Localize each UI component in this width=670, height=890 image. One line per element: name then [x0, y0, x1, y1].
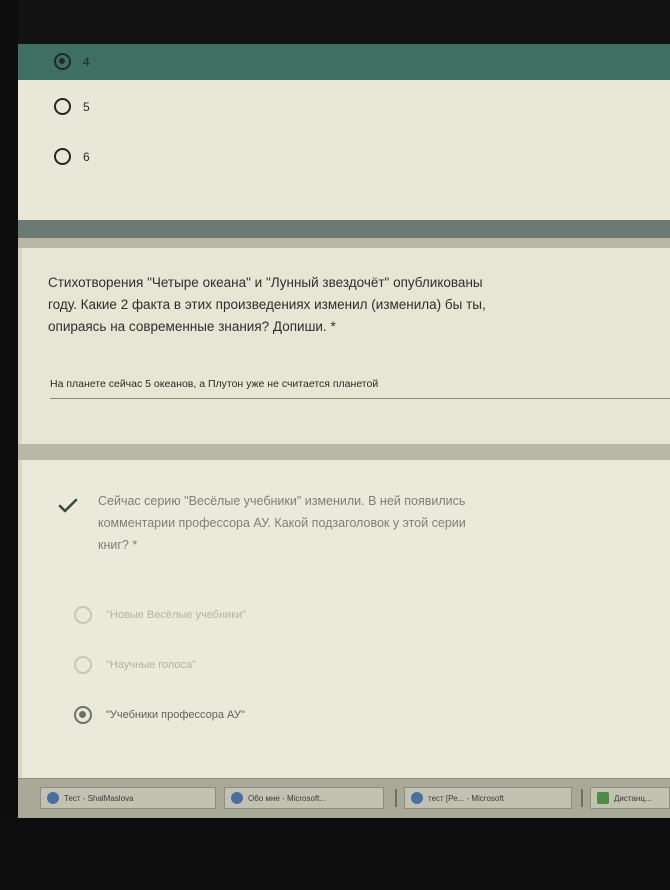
option-label: 6 — [83, 149, 90, 164]
text-question-card: Стихотворения "Четыре океана" и "Лунный … — [18, 248, 670, 444]
graded-option[interactable]: "Новые Весёлые учебники" — [74, 606, 246, 624]
taskbar-item[interactable]: Дистанц... — [590, 787, 670, 809]
option-label: 4 — [83, 54, 90, 69]
taskbar-item[interactable]: тест [Ре... - Microsoft — [404, 787, 572, 809]
radio-unchecked-icon[interactable] — [54, 148, 71, 165]
option-label: "Учебники профессора АУ" — [106, 709, 245, 721]
section-divider — [18, 220, 670, 238]
answer-input[interactable]: На планете сейчас 5 океанов, а Плутон уж… — [50, 378, 378, 390]
radio-unchecked-icon[interactable] — [54, 98, 71, 115]
screen: 4 5 6 Стихотворения "Четыре океана" и "Л… — [18, 44, 670, 818]
option-label: 5 — [83, 99, 90, 114]
taskbar-item-label: тест [Ре... - Microsoft — [428, 793, 504, 803]
taskbar-item[interactable]: Обо мне - Microsoft... — [224, 787, 384, 809]
taskbar-item-label: Дистанц... — [614, 793, 652, 803]
option-5[interactable]: 5 — [54, 98, 90, 115]
browser-icon — [231, 792, 243, 804]
taskbar-separator — [581, 789, 583, 807]
taskbar-item-label: Тест - ShalMaslova — [64, 793, 134, 803]
radio-checked-icon[interactable] — [74, 706, 92, 724]
graded-option[interactable]: "Научные голоса" — [74, 656, 196, 674]
selected-option-row[interactable]: 4 — [18, 44, 670, 80]
taskbar-separator — [395, 789, 397, 807]
taskbar: Тест - ShalMaslova Обо мне - Microsoft..… — [18, 778, 670, 818]
question-title: Стихотворения "Четыре океана" и "Лунный … — [48, 275, 486, 334]
browser-icon — [47, 792, 59, 804]
taskbar-item-label: Обо мне - Microsoft... — [248, 793, 327, 803]
graded-question-card: Сейчас серию "Весёлые учебники" изменили… — [18, 460, 670, 778]
graded-option-selected[interactable]: "Учебники профессора АУ" — [74, 706, 245, 724]
option-6[interactable]: 6 — [54, 148, 90, 165]
monitor-bottom-bezel — [0, 818, 670, 890]
question-title: Сейчас серию "Весёлые учебники" изменили… — [98, 494, 466, 552]
radio-unchecked-icon[interactable] — [74, 606, 92, 624]
taskbar-item[interactable]: Тест - ShalMaslova — [40, 787, 216, 809]
check-icon — [58, 498, 78, 513]
radio-unchecked-icon[interactable] — [74, 656, 92, 674]
previous-question-card: 4 5 6 — [18, 44, 670, 220]
app-icon — [597, 792, 609, 804]
option-label: "Научные голоса" — [106, 659, 197, 671]
monitor-top-bezel — [0, 0, 670, 44]
option-label: "Новые Весёлые учебники" — [106, 609, 247, 621]
option-4[interactable]: 4 — [54, 53, 90, 70]
answer-underline — [50, 398, 670, 399]
browser-icon — [411, 792, 423, 804]
monitor-left-bezel — [0, 0, 18, 890]
radio-checked-icon[interactable] — [54, 53, 71, 70]
